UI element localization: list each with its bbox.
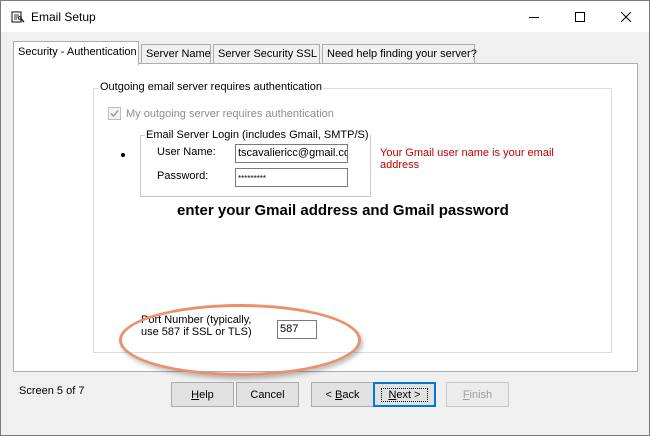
username-label: User Name: bbox=[157, 146, 216, 158]
finish-button[interactable]: Finish bbox=[446, 382, 509, 407]
auth-group-legend: Outgoing email server requires authentic… bbox=[99, 81, 323, 93]
help-button[interactable]: Help bbox=[171, 382, 234, 407]
minimize-icon bbox=[529, 16, 539, 18]
requires-auth-checkbox[interactable] bbox=[108, 107, 121, 120]
cancel-button[interactable]: Cancel bbox=[236, 382, 299, 407]
tab-server-name[interactable]: Server Name bbox=[141, 44, 211, 64]
finish-button-label: Finish bbox=[462, 388, 493, 401]
maximize-button[interactable] bbox=[557, 1, 603, 32]
tab-need-help-finding-server[interactable]: Need help finding your server? bbox=[322, 44, 477, 64]
title-bar[interactable]: Email Setup bbox=[1, 1, 649, 32]
screen-progress-text: Screen 5 of 7 bbox=[19, 385, 85, 397]
checkmark-icon bbox=[110, 109, 119, 118]
email-setup-window: Email Setup Security - Authentication Se… bbox=[0, 0, 650, 436]
login-group-legend: Email Server Login (includes Gmail, SMTP… bbox=[145, 129, 370, 141]
close-icon bbox=[621, 11, 631, 22]
next-button-label: Next > bbox=[381, 387, 428, 402]
back-button-label: < Back bbox=[325, 388, 360, 401]
gmail-hint-text: Your Gmail user name is your email addre… bbox=[380, 147, 554, 171]
minimize-button[interactable] bbox=[511, 1, 557, 32]
password-input[interactable]: ********* bbox=[235, 168, 348, 187]
port-number-input[interactable]: 587 bbox=[277, 320, 317, 339]
close-button[interactable] bbox=[603, 1, 649, 32]
port-label-line2: use 587 if SSL or TLS) bbox=[141, 326, 252, 338]
email-server-login-radio[interactable] bbox=[117, 149, 129, 161]
tab-panel-security-authentication: Outgoing email server requires authentic… bbox=[13, 63, 638, 372]
username-input[interactable]: tscavaliericc@gmail.co bbox=[235, 144, 348, 163]
app-settings-icon bbox=[11, 11, 25, 23]
back-button[interactable]: < Back bbox=[311, 382, 374, 407]
port-label-line1: Port Number (typically, bbox=[141, 314, 252, 326]
instruction-text: enter your Gmail address and Gmail passw… bbox=[177, 202, 509, 219]
password-label: Password: bbox=[157, 170, 209, 182]
maximize-icon bbox=[575, 11, 585, 22]
help-button-label: Help bbox=[191, 388, 214, 401]
window-title: Email Setup bbox=[31, 10, 96, 24]
requires-auth-label: My outgoing server requires authenticati… bbox=[126, 108, 334, 120]
tab-security-authentication[interactable]: Security - Authentication bbox=[13, 41, 139, 65]
tab-server-security-ssl[interactable]: Server Security SSL bbox=[213, 44, 320, 64]
next-button[interactable]: Next > bbox=[373, 382, 436, 407]
radio-selected-dot bbox=[121, 153, 125, 157]
